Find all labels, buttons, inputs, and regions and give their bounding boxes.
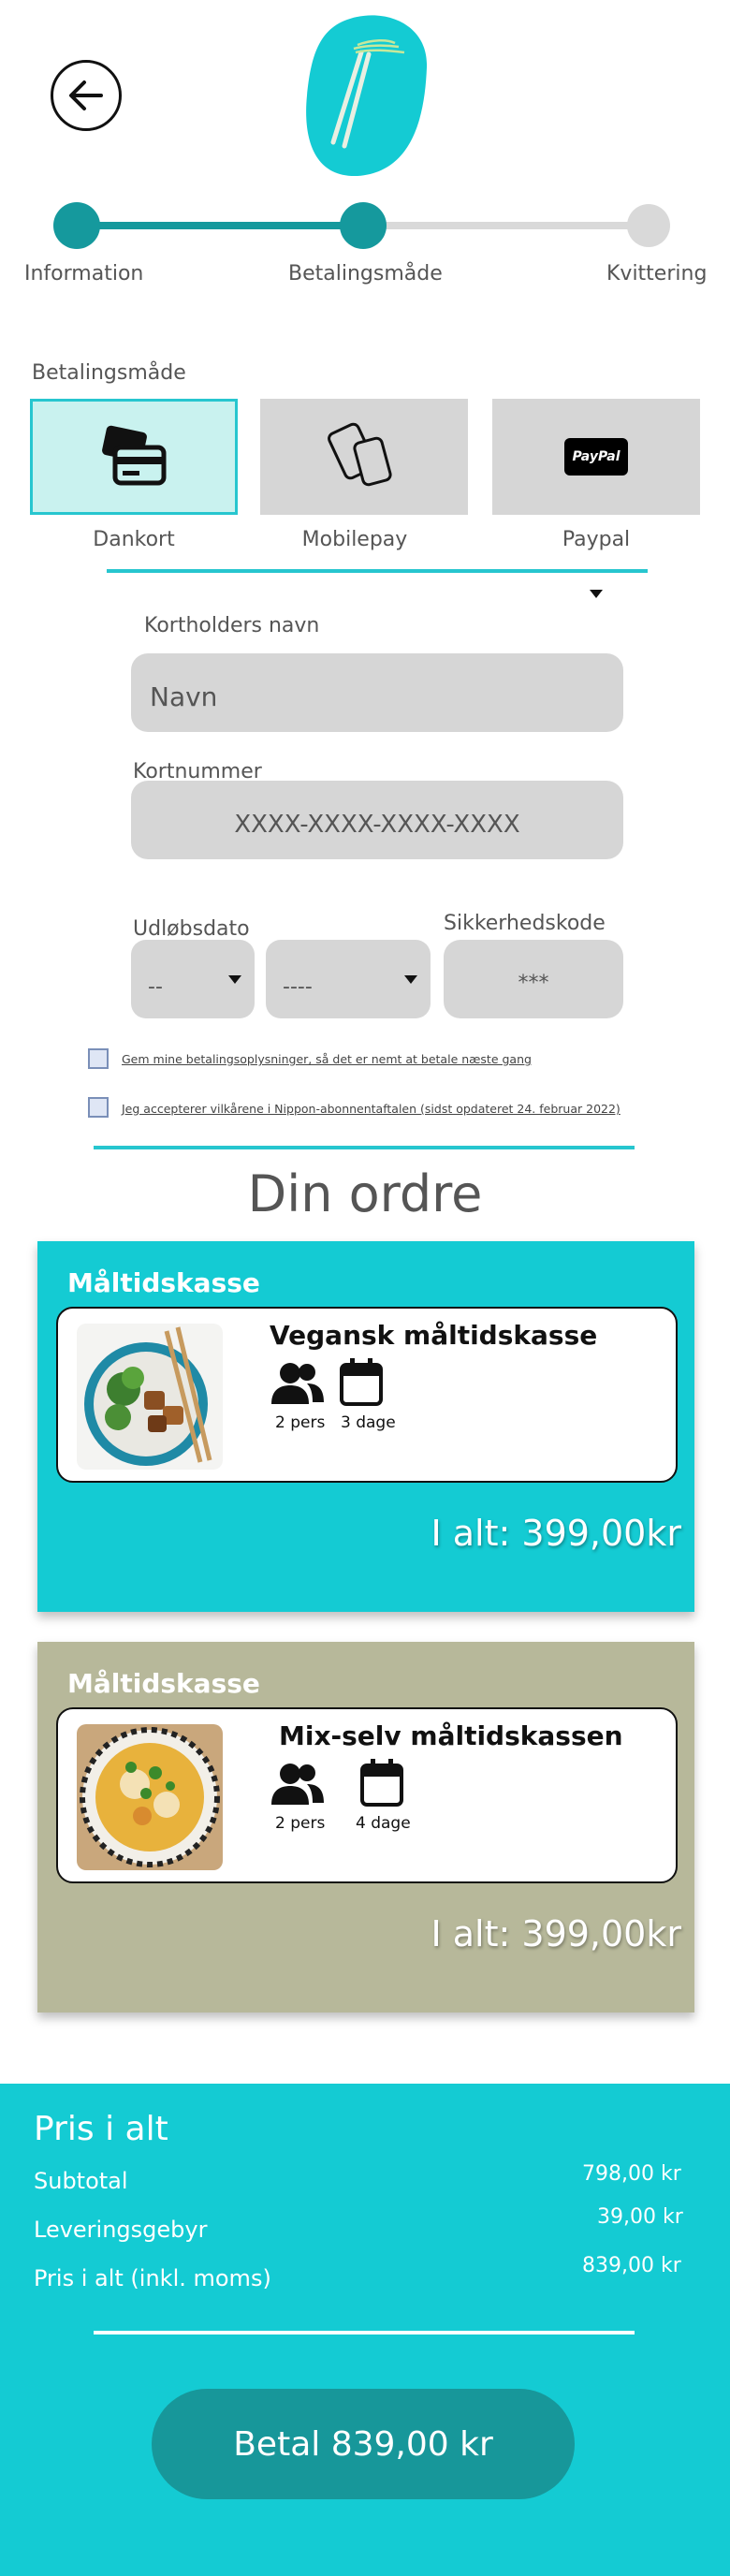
people-icon (271, 1764, 324, 1805)
order-card: Måltidskasse Vegansk måltidskasse 2 pers… (37, 1241, 694, 1612)
order-item-box: Mix-selv måltidskassen 2 pers 4 dage (56, 1707, 678, 1883)
pay-label-mobilepay: Mobilepay (301, 528, 408, 551)
pay-method-dankort[interactable] (30, 399, 238, 515)
step-dot-betalingsmade (340, 202, 387, 249)
days-label: 4 dage (356, 1814, 411, 1833)
progress-track-done (77, 222, 363, 229)
paypal-logo: PayPal (564, 438, 628, 476)
accept-terms-checkbox[interactable] (88, 1097, 109, 1118)
pay-method-mobilepay[interactable] (260, 399, 468, 515)
total-incl-vat-value: 839,00 kr (582, 2254, 681, 2277)
back-button[interactable] (51, 60, 122, 131)
arrow-left-icon (69, 80, 103, 110)
cvc-placeholder: *** (518, 972, 549, 995)
save-info-text: Gem mine betalingsoplysninger, så det er… (122, 1052, 532, 1066)
pay-label-paypal: Paypal (562, 528, 631, 551)
mix-bowl-image (77, 1724, 223, 1870)
order-card-heading: Måltidskasse (67, 1668, 260, 1699)
summary-divider (94, 2331, 635, 2334)
step-label-information: Information (24, 262, 144, 285)
cardholder-placeholder: Navn (150, 681, 218, 712)
delivery-fee-value: 39,00 kr (597, 2205, 683, 2229)
chopsticks-logo (306, 15, 428, 177)
people-icon (271, 1363, 324, 1404)
persons-label: 2 pers (275, 1413, 326, 1432)
mobilepay-icon (328, 422, 392, 487)
expiry-year-value: ---- (283, 974, 313, 999)
collapse-caret-icon[interactable] (590, 590, 603, 598)
days-label: 3 dage (341, 1413, 396, 1432)
pay-button[interactable]: Betal 839,00 kr (152, 2389, 575, 2499)
total-incl-vat-label: Pris i alt (inkl. moms) (34, 2265, 271, 2291)
order-card: Måltidskasse Mix-selv måltidskassen 2 pe… (37, 1642, 694, 2012)
calendar-icon (360, 1759, 403, 1807)
step-dot-information (53, 202, 100, 249)
order-title: Din ordre (247, 1164, 483, 1223)
cardholder-label: Kortholders navn (144, 614, 320, 637)
order-card-heading: Måltidskasse (67, 1267, 260, 1298)
pay-method-paypal[interactable]: PayPal (492, 399, 700, 515)
cvc-label: Sikkerhedskode (444, 912, 606, 935)
expiry-month-value: -- (148, 974, 163, 999)
delivery-fee-label: Leveringsgebyr (34, 2217, 208, 2243)
order-item-total: I alt: 399,00kr (431, 1513, 681, 1554)
progress-track-remaining (363, 222, 650, 229)
cardholder-input[interactable]: Navn (131, 653, 623, 732)
payment-divider (107, 569, 648, 573)
payment-section-label: Betalingsmåde (32, 361, 186, 385)
step-label-kvittering: Kvittering (606, 262, 708, 285)
step-label-betalingsmade: Betalingsmåde (288, 262, 443, 285)
save-info-checkbox[interactable] (88, 1048, 109, 1069)
persons-label: 2 pers (275, 1814, 326, 1833)
order-item-box: Vegansk måltidskasse 2 pers 3 dage (56, 1307, 678, 1483)
summary-title: Pris i alt (34, 2110, 168, 2148)
chevron-down-icon (228, 975, 241, 984)
order-item-name: Mix-selv måltidskassen (279, 1720, 623, 1751)
vegan-bowl-image (77, 1324, 223, 1470)
expiry-year-select[interactable]: ---- (266, 940, 431, 1018)
order-item-name: Vegansk måltidskasse (270, 1320, 598, 1351)
step-dot-kvittering (627, 204, 670, 247)
cardnumber-placeholder: XXXX-XXXX-XXXX-XXXX (234, 811, 520, 839)
accept-terms-text[interactable]: Jeg accepterer vilkårene i Nippon-abonne… (122, 1102, 620, 1116)
form-divider (94, 1146, 635, 1149)
cardnumber-input[interactable]: XXXX-XXXX-XXXX-XXXX (131, 781, 623, 859)
card-icon (102, 425, 167, 486)
pay-label-dankort: Dankort (93, 528, 175, 551)
chevron-down-icon (404, 975, 417, 984)
expiry-label: Udløbsdato (133, 917, 250, 941)
expiry-month-select[interactable]: -- (131, 940, 255, 1018)
order-item-total: I alt: 399,00kr (431, 1913, 681, 1954)
subtotal-value: 798,00 kr (582, 2162, 681, 2186)
subtotal-label: Subtotal (34, 2168, 128, 2194)
cvc-input[interactable]: *** (444, 940, 623, 1018)
calendar-icon (340, 1358, 383, 1406)
price-summary: Pris i alt Subtotal 798,00 kr Leveringsg… (0, 2084, 730, 2576)
